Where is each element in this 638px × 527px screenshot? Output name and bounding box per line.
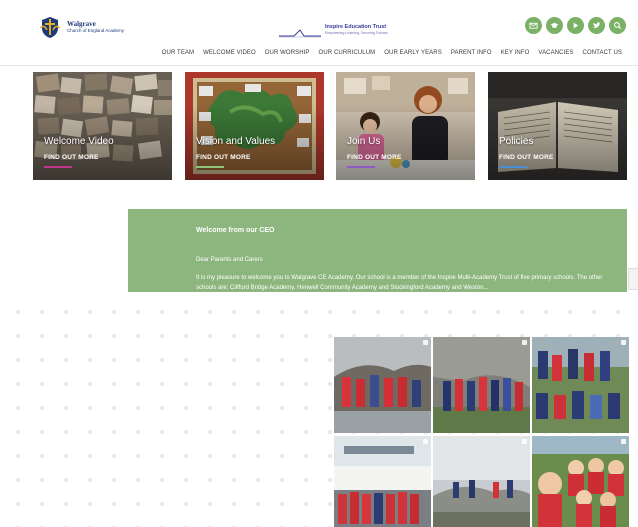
trust-subtitle: Empowering Learning, Securing Futures (325, 30, 388, 35)
nav-vacancies[interactable]: VACANCIES (538, 50, 573, 56)
play-icon[interactable] (567, 17, 584, 34)
find-out-more-link[interactable]: FIND OUT MORE (44, 154, 99, 161)
trust-logo[interactable]: Inspire Education Trust Empowering Learn… (278, 22, 393, 38)
main-nav: OUR TEAM WELCOME VIDEO OUR WORSHIP OUR C… (162, 50, 622, 56)
nav-our-early-years[interactable]: OUR EARLY YEARS (384, 50, 442, 56)
search-icon[interactable] (609, 17, 626, 34)
card-title: Vision and Values (196, 136, 276, 147)
card-accent-bar (499, 166, 527, 168)
card-title: Welcome Video (44, 136, 114, 147)
welcome-title: Welcome from our CEO (196, 227, 275, 234)
trust-swoosh-icon (278, 25, 322, 38)
welcome-greeting: Dear Parents and Carers (196, 257, 263, 263)
card-accent-bar (44, 166, 72, 168)
ceo-welcome-panel: Welcome from our CEO Dear Parents and Ca… (128, 209, 627, 292)
card-vision-and-values[interactable]: Vision and Values FIND OUT MORE (185, 72, 324, 180)
school-name: Walgrave (67, 19, 96, 28)
social-icons (525, 17, 626, 34)
card-accent-bar (347, 166, 375, 168)
school-subtitle: Church of England Academy (67, 27, 125, 33)
graduation-cap-icon[interactable] (546, 17, 563, 34)
school-logo[interactable]: Walgrave Church of England Academy (38, 12, 138, 42)
instagram-photo[interactable] (532, 436, 629, 527)
nav-our-worship[interactable]: OUR WORSHIP (265, 50, 310, 56)
card-title: Policies (499, 136, 534, 147)
instagram-grid (334, 337, 630, 527)
find-out-more-link[interactable]: FIND OUT MORE (196, 154, 251, 161)
find-out-more-link[interactable]: FIND OUT MORE (499, 154, 554, 161)
instagram-icon (621, 439, 626, 444)
card-join-us[interactable]: Join Us FIND OUT MORE (336, 72, 475, 180)
nav-our-team[interactable]: OUR TEAM (162, 50, 194, 56)
nav-key-info[interactable]: KEY INFO (501, 50, 530, 56)
card-policies[interactable]: Policies FIND OUT MORE (488, 72, 627, 180)
trust-name: Inspire Education Trust (325, 24, 387, 30)
feature-cards: Welcome Video FIND OUT MORE Vision and V… (33, 72, 627, 180)
site-header: Walgrave Church of England Academy Inspi… (0, 0, 638, 66)
instagram-photo[interactable] (334, 337, 431, 433)
instagram-photo[interactable] (334, 436, 431, 527)
recaptcha-badge[interactable] (628, 268, 638, 290)
instagram-photo[interactable] (433, 337, 530, 433)
find-out-more-link[interactable]: FIND OUT MORE (347, 154, 402, 161)
instagram-icon (522, 439, 527, 444)
welcome-body: It is my pleasure to welcome you to Walg… (196, 275, 603, 291)
instagram-icon (423, 340, 428, 345)
instagram-photo[interactable] (433, 436, 530, 527)
instagram-icon (423, 439, 428, 444)
school-crest-icon (38, 14, 62, 40)
card-title: Join Us (347, 136, 381, 147)
nav-our-curriculum[interactable]: OUR CURRICULUM (319, 50, 376, 56)
twitter-icon[interactable] (588, 17, 605, 34)
nav-parent-info[interactable]: PARENT INFO (451, 50, 492, 56)
instagram-icon (621, 340, 626, 345)
nav-contact-us[interactable]: CONTACT US (583, 50, 622, 56)
instagram-photo[interactable] (532, 337, 629, 433)
instagram-icon (522, 340, 527, 345)
card-welcome-video[interactable]: Welcome Video FIND OUT MORE (33, 72, 172, 180)
nav-welcome-video[interactable]: WELCOME VIDEO (203, 50, 256, 56)
card-accent-bar (196, 166, 224, 168)
email-icon[interactable] (525, 17, 542, 34)
